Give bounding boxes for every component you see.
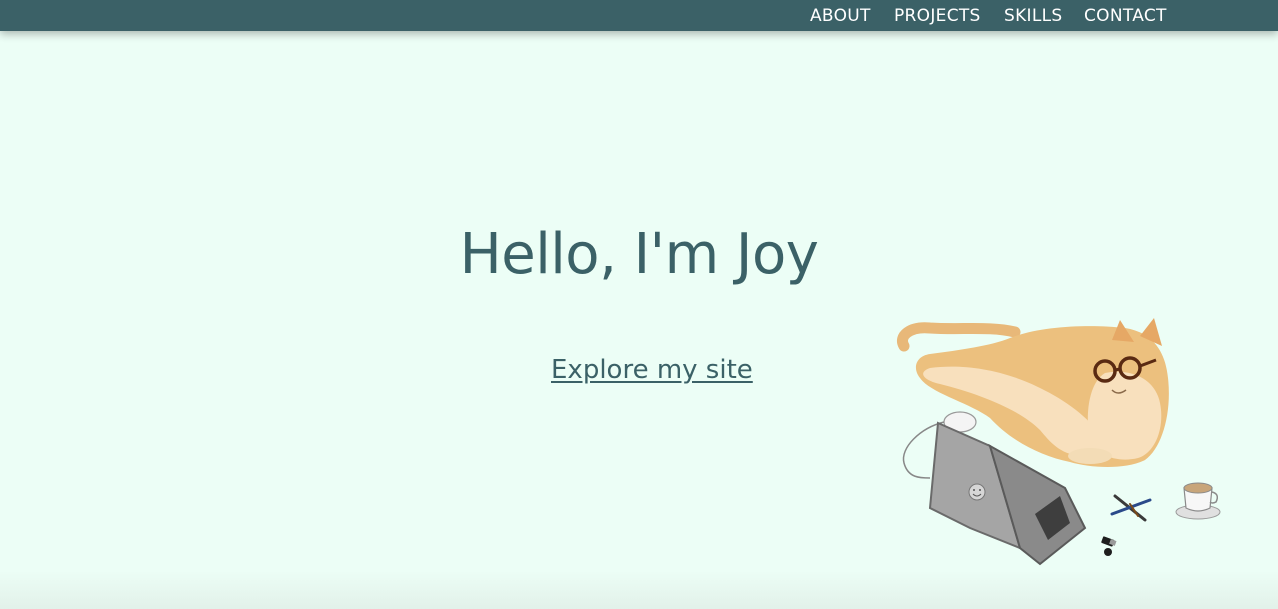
nav-link-contact[interactable]: CONTACT [1084,6,1167,26]
nav-link-projects[interactable]: PROJECTS [894,6,981,26]
workspace-illustration [897,318,1221,566]
bottom-fade [0,570,1278,609]
nav-link-about[interactable]: ABOUT [810,6,871,26]
explore-site-link[interactable]: Explore my site [551,355,753,385]
usb-drive-icon [1101,536,1117,556]
top-navbar: ABOUT PROJECTS SKILLS CONTACT [0,0,1278,31]
hero-title: Hello, I'm Joy [459,222,819,287]
pens-icon [1110,494,1152,522]
coffee-cup-icon [1175,482,1221,520]
nav-link-skills[interactable]: SKILLS [1004,6,1063,26]
